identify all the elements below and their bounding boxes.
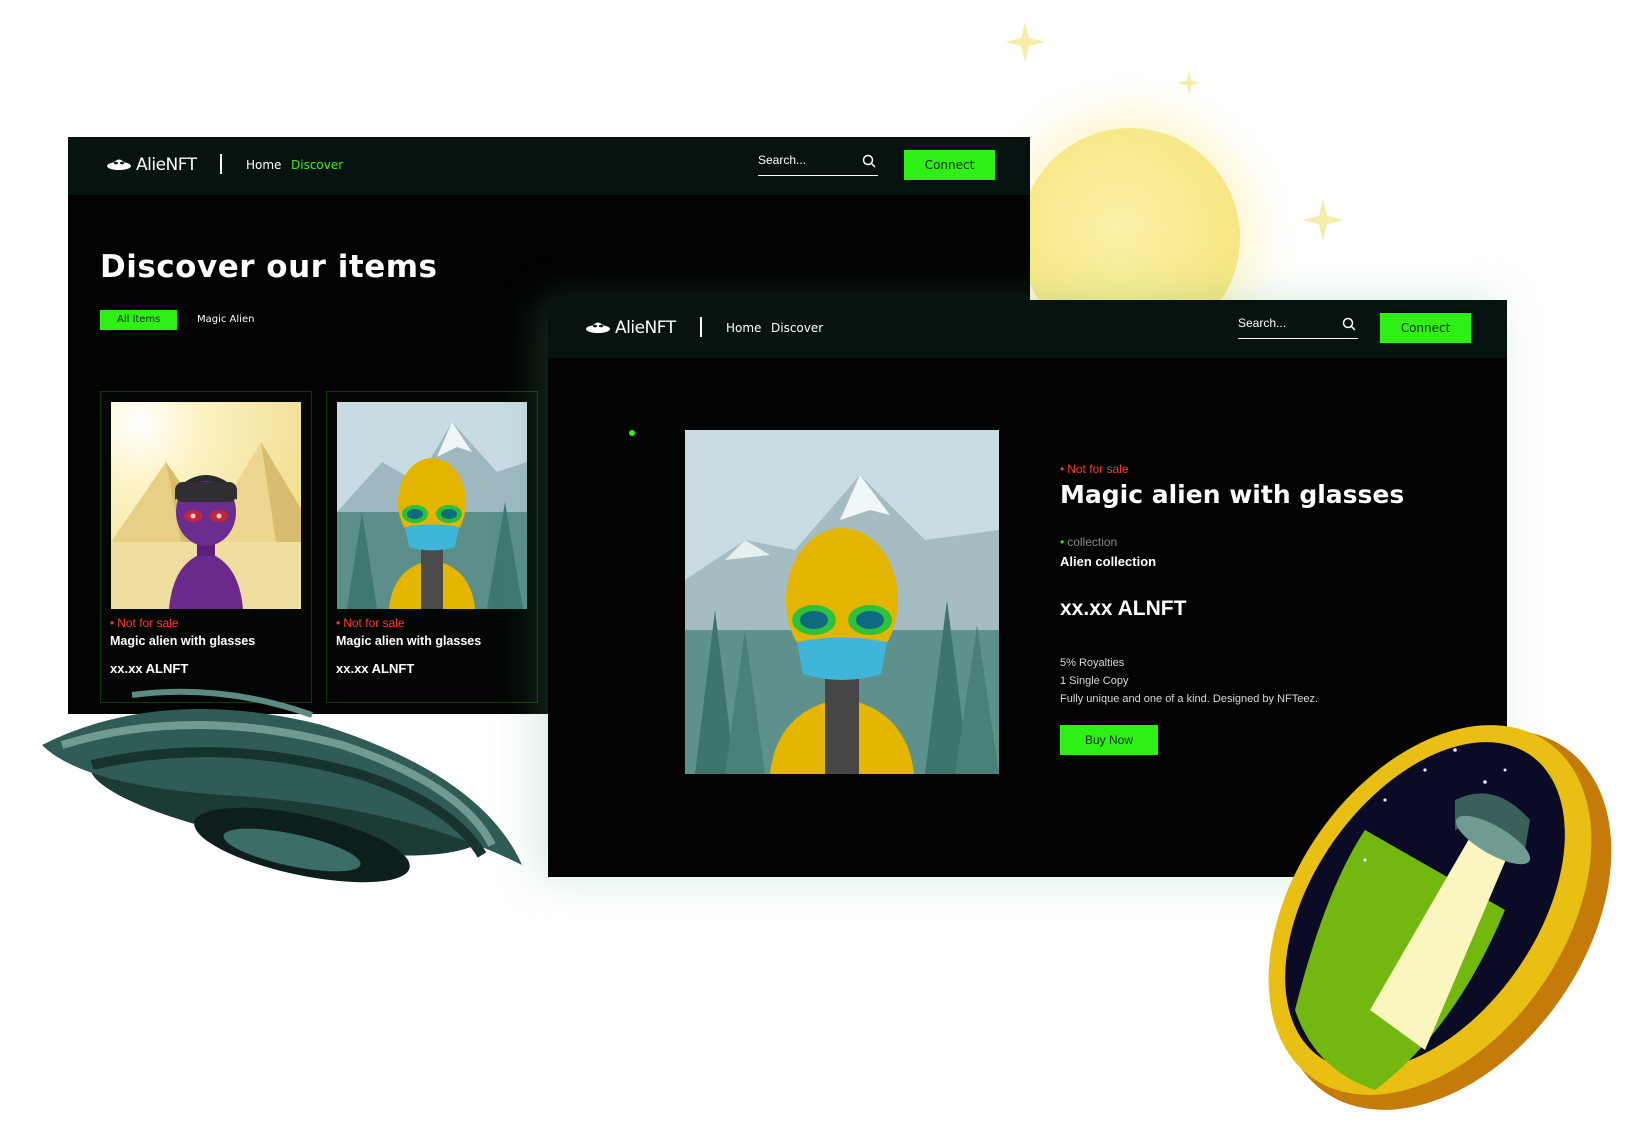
nav-discover-link[interactable]: Discover xyxy=(771,321,823,335)
filter-tab-all-items[interactable]: All items xyxy=(100,310,178,330)
brand-logo[interactable]: AlieNFT xyxy=(585,318,676,338)
nav-discover-link[interactable]: Discover xyxy=(291,158,343,172)
gold-coin-decoration xyxy=(1268,725,1612,1110)
star-decoration xyxy=(1177,71,1201,95)
nav-home-link[interactable]: Home xyxy=(726,321,761,335)
feature-royalties: 5% Royalties xyxy=(1060,657,1125,669)
brand-name: AlieNFT xyxy=(136,155,197,175)
accent-dot xyxy=(629,430,635,436)
search-input[interactable] xyxy=(1238,314,1334,332)
sale-status: Not for sale xyxy=(336,616,404,630)
brand-logo[interactable]: AlieNFT xyxy=(106,155,197,175)
buy-now-button[interactable]: Buy Now xyxy=(1060,725,1158,755)
ufo-decoration xyxy=(42,688,522,883)
search-icon[interactable] xyxy=(862,154,876,168)
nft-image-purple-alien xyxy=(111,402,301,609)
star-decoration xyxy=(1005,22,1045,62)
nft-card[interactable]: Not for sale Magic alien with glasses xx… xyxy=(326,391,538,703)
filter-tab-magic-alien[interactable]: Magic Alien xyxy=(197,310,254,330)
connect-button[interactable]: Connect xyxy=(904,150,995,180)
sale-status: Not for sale xyxy=(110,616,178,630)
alien-ufo-icon xyxy=(586,322,610,333)
connect-button[interactable]: Connect xyxy=(1380,313,1471,343)
page-title: Discover our items xyxy=(100,249,438,285)
search-input[interactable] xyxy=(758,151,854,169)
item-price: xx.xx ALNFT xyxy=(1060,597,1187,620)
alien-ufo-icon xyxy=(107,159,131,170)
nft-card[interactable]: Not for sale Magic alien with glasses xx… xyxy=(100,391,312,703)
card-price: xx.xx ALNFT xyxy=(110,661,189,676)
top-navbar: AlieNFT Home Discover Connect xyxy=(548,300,1507,358)
feature-copies: 1 Single Copy xyxy=(1060,675,1129,687)
card-price: xx.xx ALNFT xyxy=(336,661,415,676)
card-title: Magic alien with glasses xyxy=(336,634,482,648)
top-navbar: AlieNFT Home Discover Connect xyxy=(68,137,1030,195)
search-box xyxy=(758,151,878,176)
brand-name: AlieNFT xyxy=(615,318,676,338)
nft-image-yellow-alien-large xyxy=(685,430,999,774)
card-title: Magic alien with glasses xyxy=(110,634,256,648)
nft-image-yellow-alien xyxy=(337,402,527,609)
feature-description: Fully unique and one of a kind. Designed… xyxy=(1060,693,1319,705)
search-icon[interactable] xyxy=(1342,317,1356,331)
search-box xyxy=(1238,314,1358,339)
star-decoration xyxy=(1302,199,1344,241)
nav-divider xyxy=(220,154,222,174)
nav-divider xyxy=(700,317,702,337)
collection-label: collection xyxy=(1060,535,1117,549)
collection-name[interactable]: Alien collection xyxy=(1060,554,1156,569)
nav-home-link[interactable]: Home xyxy=(246,158,281,172)
sale-status: Not for sale xyxy=(1060,462,1128,476)
item-title: Magic alien with glasses xyxy=(1060,480,1405,509)
